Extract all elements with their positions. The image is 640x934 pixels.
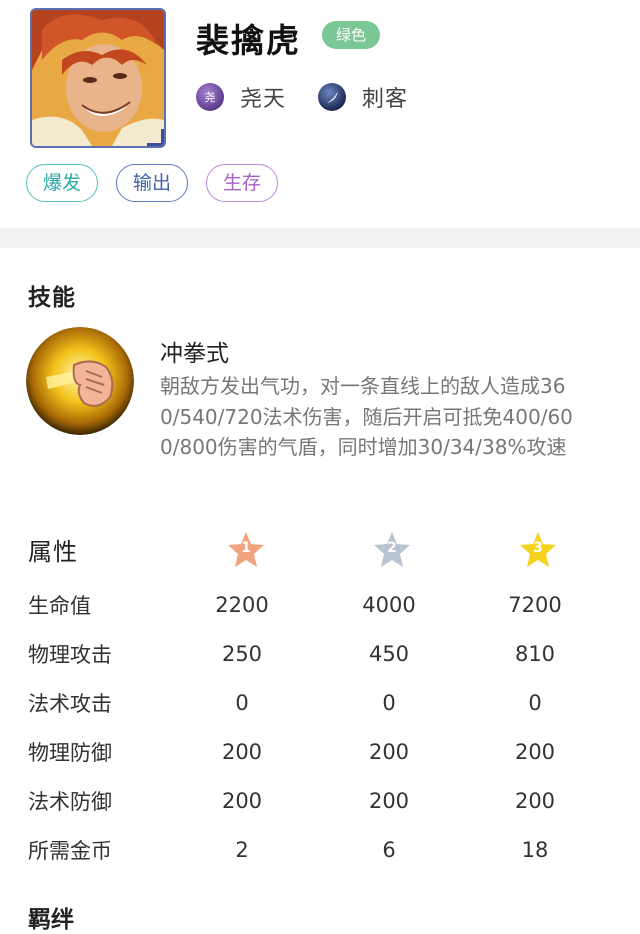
attr-value: 0 [528,690,542,715]
table-row: 法术防御 200 200 200 [0,776,608,825]
star-level-2-icon: 2 [372,530,412,570]
bonds-section-title: 羁绊 [28,907,74,933]
skill-name: 冲拳式 [160,341,229,367]
attr-label: 法术攻击 [28,691,112,716]
attr-label: 所需金币 [28,838,112,863]
tag-burst[interactable]: 爆发 [26,164,99,202]
rarity-badge: 绿色 [322,21,381,49]
attr-value: 2200 [215,592,269,617]
faction-yaotian-icon: 尧 [196,83,224,111]
attributes-title: 属性 [28,538,78,566]
attr-value: 200 [368,739,410,764]
attr-value: 200 [368,788,410,813]
table-row: 法术攻击 0 0 0 [0,678,608,727]
table-row: 物理防御 200 200 200 [0,727,608,776]
star-level-1-label: 1 [241,540,251,556]
attr-value: 450 [368,641,410,666]
attr-value: 200 [514,788,556,813]
role-info: 刺客 [318,80,408,114]
tag-output[interactable]: 输出 [116,164,189,202]
attr-value: 200 [514,739,556,764]
hero-tags: 爆发 输出 生存 [26,164,279,202]
attr-label: 生命值 [28,593,91,618]
attr-label: 法术防御 [28,789,112,814]
hero-name: 裴擒虎 [196,21,301,60]
role-label: 刺客 [362,87,409,112]
faction-label: 尧天 [240,87,287,112]
attr-label: 物理防御 [28,740,112,765]
attr-value: 6 [382,837,396,862]
star-level-1-icon: 1 [226,530,266,570]
attr-value: 810 [514,641,556,666]
attr-value: 18 [521,837,549,862]
table-row: 生命值 2200 4000 7200 [0,580,608,629]
tag-survive[interactable]: 生存 [206,164,279,202]
faction-info: 尧 尧天 [196,80,286,114]
star-level-3-label: 3 [533,540,543,556]
skill-description: 朝敌方发出气功，对一条直线上的敌人造成360/540/720法术伤害，随后开启可… [160,374,573,459]
attr-value: 250 [221,641,263,666]
attr-value: 4000 [362,592,416,617]
table-row: 物理攻击 250 450 810 [0,629,608,678]
attr-value: 0 [235,690,249,715]
table-row: 所需金币 2 6 18 [0,825,608,874]
star-level-2-label: 2 [387,540,397,556]
attr-label: 物理攻击 [28,642,112,667]
skill-fist-icon [26,327,134,435]
attr-value: 0 [382,690,396,715]
section-divider [0,228,640,248]
star-level-3-icon: 3 [518,530,558,570]
assassin-role-icon [318,83,346,111]
attr-value: 200 [221,788,263,813]
hero-portrait [30,8,166,148]
attributes-table: 生命值 2200 4000 7200 物理攻击 250 450 810 法术攻击… [0,580,608,874]
skills-title: 技能 [28,285,76,311]
attr-value: 200 [221,739,263,764]
attr-value: 2 [235,837,249,862]
attr-value: 7200 [508,592,562,617]
hero-header: 裴擒虎 绿色 尧 尧天 刺客 爆发 输出 生存 [0,0,640,228]
hero-portrait-image [32,10,164,146]
